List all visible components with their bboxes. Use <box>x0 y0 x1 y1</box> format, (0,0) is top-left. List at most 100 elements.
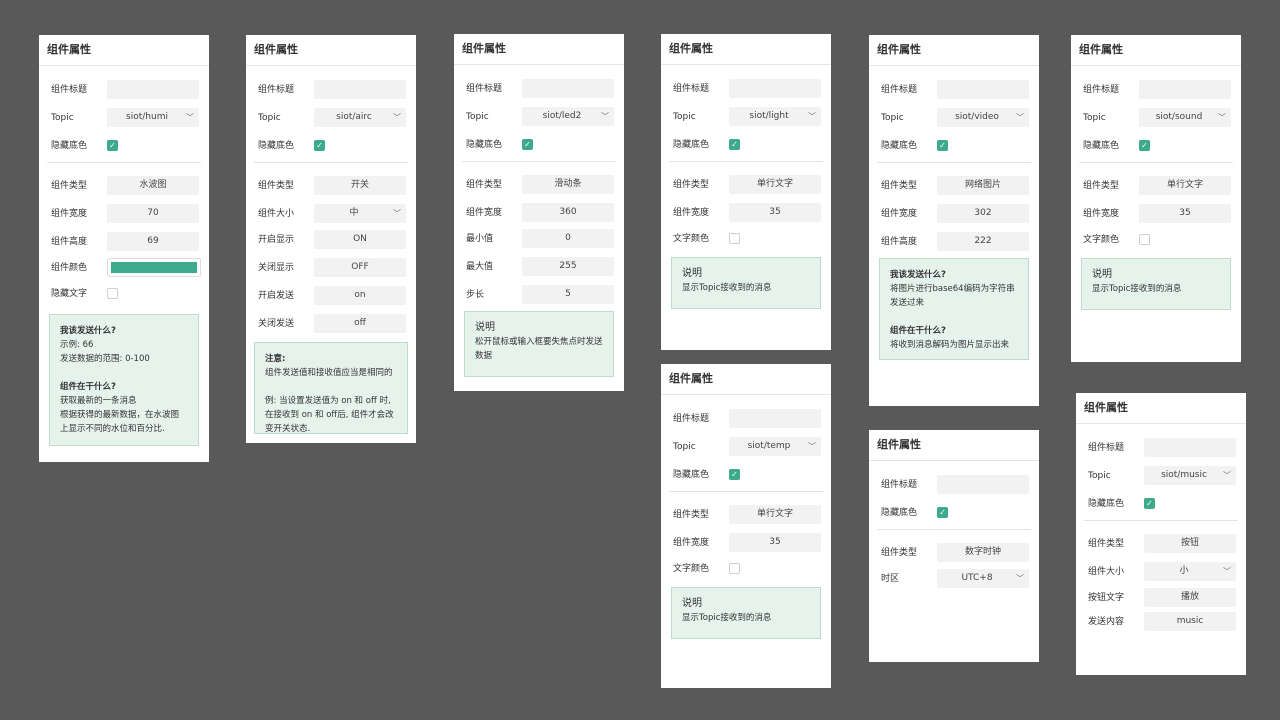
chevron-down-icon: ﹀ <box>1016 113 1024 122</box>
type-label: 组件类型 <box>673 180 710 190</box>
topic-select[interactable]: siot/humi ﹀ <box>107 108 199 127</box>
topic-select[interactable]: siot/temp ﹀ <box>729 437 821 456</box>
button-text-input[interactable]: 播放 <box>1144 588 1236 607</box>
topic-label: Topic <box>1088 471 1111 481</box>
properties-panel-clock: 组件属性 组件标题 隐藏底色 ✓ 组件类型 数字时钟 时区 UTC+8 ﹀ <box>869 430 1039 662</box>
hide-bg-label: 隐藏底色 <box>881 508 918 518</box>
title-input[interactable] <box>522 79 614 98</box>
width-input[interactable]: 35 <box>1139 204 1231 223</box>
text-color-label: 文字颜色 <box>1083 235 1120 245</box>
divider <box>669 161 823 162</box>
hide-bg-checkbox[interactable]: ✓ <box>937 507 948 518</box>
text-color-checkbox[interactable] <box>1139 234 1150 245</box>
title-input[interactable] <box>107 80 199 99</box>
hide-bg-checkbox[interactable]: ✓ <box>1144 498 1155 509</box>
chevron-down-icon: ﹀ <box>393 113 401 122</box>
min-input[interactable]: 0 <box>522 229 614 248</box>
hide-bg-label: 隐藏底色 <box>466 140 503 150</box>
size-select[interactable]: 小 ﹀ <box>1144 562 1236 581</box>
send-content-label: 发送内容 <box>1088 617 1125 627</box>
panel-title: 组件属性 <box>869 35 1039 66</box>
hide-bg-label: 隐藏底色 <box>1083 141 1120 151</box>
note-line: 将收到消息解码为图片显示出来 <box>890 340 1010 350</box>
size-select[interactable]: 中 ﹀ <box>314 204 406 223</box>
width-label: 组件宽度 <box>881 209 918 219</box>
width-label: 组件宽度 <box>466 208 503 218</box>
panel-title: 组件属性 <box>454 34 624 65</box>
title-label: 组件标题 <box>1083 85 1120 95</box>
width-label: 组件宽度 <box>1083 209 1120 219</box>
width-input[interactable]: 302 <box>937 204 1029 223</box>
topic-select[interactable]: siot/video ﹀ <box>937 108 1029 127</box>
properties-panel-video: 组件属性 组件标题 Topic siot/video ﹀ 隐藏底色 ✓ 组件类型 网络图… <box>869 35 1039 406</box>
off-send-label: 关闭发送 <box>258 319 295 329</box>
note-heading: 注意: <box>265 354 286 364</box>
type-label: 组件类型 <box>51 181 88 191</box>
topic-value: siot/temp <box>747 441 791 451</box>
type-field: 开关 <box>314 176 406 195</box>
topic-value: siot/sound <box>1155 112 1203 122</box>
check-icon: ✓ <box>109 141 116 150</box>
height-input[interactable]: 69 <box>107 232 199 251</box>
type-label: 组件类型 <box>466 180 503 190</box>
topic-label: Topic <box>881 113 904 123</box>
help-note: 说明 松开鼠标或输入框要失焦点时发送 数据 <box>464 311 614 377</box>
timezone-select[interactable]: UTC+8 ﹀ <box>937 569 1029 588</box>
chevron-down-icon: ﹀ <box>1223 567 1231 576</box>
hide-bg-checkbox[interactable]: ✓ <box>1139 140 1150 151</box>
max-input[interactable]: 255 <box>522 257 614 276</box>
width-input[interactable]: 35 <box>729 533 821 552</box>
type-field: 单行文字 <box>729 175 821 194</box>
chevron-down-icon: ﹀ <box>1218 113 1226 122</box>
help-note: 我该发送什么? 示例: 66 发送数据的范围: 0-100 组件在干什么? 获取… <box>49 314 199 446</box>
note-line: 上显示不同的水位和百分比. <box>60 424 165 434</box>
text-color-label: 文字颜色 <box>673 234 710 244</box>
on-display-input[interactable]: ON <box>314 230 406 249</box>
step-input[interactable]: 5 <box>522 285 614 304</box>
title-input[interactable] <box>1144 438 1236 457</box>
topic-select[interactable]: siot/music ﹀ <box>1144 466 1236 485</box>
check-icon: ✓ <box>939 508 946 517</box>
note-line: 变开关状态. <box>265 424 311 434</box>
width-input[interactable]: 35 <box>729 203 821 222</box>
title-input[interactable] <box>314 80 406 99</box>
properties-panel-airc: 组件属性 组件标题 Topic siot/airc ﹀ 隐藏底色 ✓ 组件类型 开关 组… <box>246 35 416 443</box>
topic-label: Topic <box>51 113 74 123</box>
width-input[interactable]: 70 <box>107 204 199 223</box>
topic-select[interactable]: siot/light ﹀ <box>729 107 821 126</box>
text-color-checkbox[interactable] <box>729 233 740 244</box>
chevron-down-icon: ﹀ <box>601 112 609 121</box>
hide-text-checkbox[interactable] <box>107 288 118 299</box>
hide-bg-checkbox[interactable]: ✓ <box>522 139 533 150</box>
off-display-input[interactable]: OFF <box>314 258 406 277</box>
send-content-input[interactable]: music <box>1144 612 1236 631</box>
hide-bg-checkbox[interactable]: ✓ <box>107 140 118 151</box>
title-label: 组件标题 <box>466 84 503 94</box>
text-color-label: 文字颜色 <box>673 564 710 574</box>
hide-bg-checkbox[interactable]: ✓ <box>314 140 325 151</box>
divider <box>47 162 201 163</box>
on-send-input[interactable]: on <box>314 286 406 305</box>
title-input[interactable] <box>937 80 1029 99</box>
title-input[interactable] <box>937 475 1029 494</box>
topic-select[interactable]: siot/led2 ﹀ <box>522 107 614 126</box>
hide-bg-checkbox[interactable]: ✓ <box>937 140 948 151</box>
chevron-down-icon: ﹀ <box>808 442 816 451</box>
hide-bg-checkbox[interactable]: ✓ <box>729 139 740 150</box>
topic-select[interactable]: siot/sound ﹀ <box>1139 108 1231 127</box>
topic-label: Topic <box>258 113 281 123</box>
topic-value: siot/led2 <box>542 111 582 121</box>
title-input[interactable] <box>1139 80 1231 99</box>
off-send-input[interactable]: off <box>314 314 406 333</box>
height-input[interactable]: 222 <box>937 232 1029 251</box>
note-line: 显示Topic接收到的消息 <box>682 613 772 623</box>
text-color-checkbox[interactable] <box>729 563 740 574</box>
hide-bg-label: 隐藏底色 <box>881 141 918 151</box>
color-picker[interactable] <box>107 258 201 277</box>
title-input[interactable] <box>729 79 821 98</box>
topic-select[interactable]: siot/airc ﹀ <box>314 108 406 127</box>
title-label: 组件标题 <box>881 480 918 490</box>
width-input[interactable]: 360 <box>522 203 614 222</box>
hide-bg-checkbox[interactable]: ✓ <box>729 469 740 480</box>
title-input[interactable] <box>729 409 821 428</box>
